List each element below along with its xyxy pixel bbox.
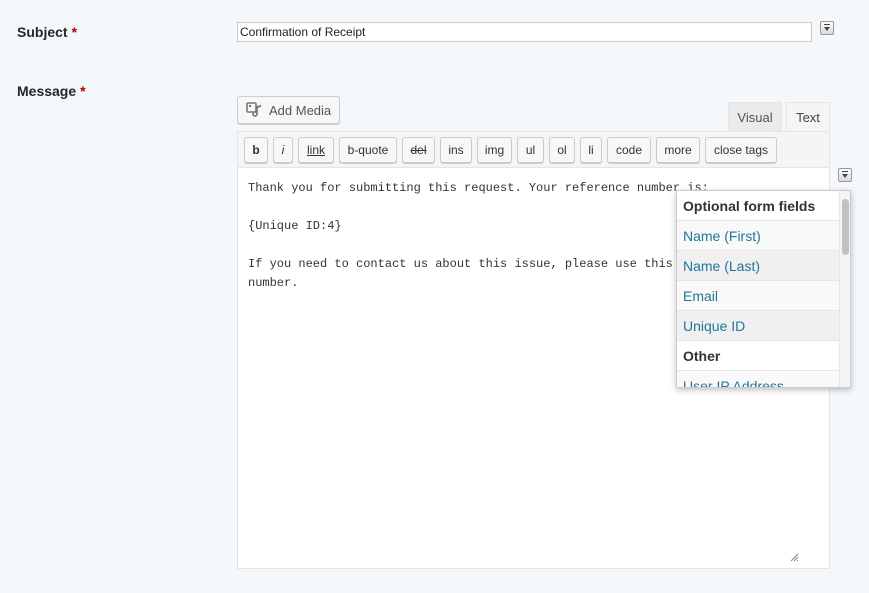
message-line	[248, 198, 668, 217]
quicktag-ol-button[interactable]: ol	[549, 137, 575, 163]
merge-option-name-first[interactable]: Name (First)	[677, 221, 840, 251]
add-media-icon	[246, 101, 263, 120]
dropdown-scrollbar[interactable]	[839, 191, 850, 387]
message-label-text: Message	[17, 83, 77, 99]
quicktag-close-tags-button[interactable]: close tags	[705, 137, 777, 163]
subject-input[interactable]	[237, 22, 812, 42]
quicktag-ins-button[interactable]: ins	[440, 137, 472, 163]
quicktags-toolbar: b i link b-quote del ins img ul ol li co…	[238, 132, 829, 168]
quicktag-italic-button[interactable]: i	[273, 137, 293, 163]
message-line: If you need to contact us about this iss…	[248, 257, 673, 271]
quicktag-ul-button[interactable]: ul	[517, 137, 544, 163]
required-mark: *	[80, 83, 86, 99]
message-line: Thank you for submitting this request. Y…	[248, 181, 709, 195]
message-line	[248, 236, 668, 255]
message-textarea[interactable]: Thank you for submitting this request. Y…	[248, 179, 709, 293]
quicktag-del-button[interactable]: del	[402, 137, 435, 163]
quicktag-blockquote-button[interactable]: b-quote	[339, 137, 397, 163]
subject-label: Subject *	[17, 24, 77, 40]
message-line: {Unique ID:4}	[248, 219, 342, 233]
quicktag-link-button[interactable]: link	[298, 137, 334, 163]
quicktag-code-button[interactable]: code	[607, 137, 651, 163]
add-media-button[interactable]: Add Media	[237, 96, 340, 124]
message-label: Message *	[17, 83, 86, 99]
dropdown-group-header: Other	[677, 341, 840, 371]
required-mark: *	[71, 24, 78, 40]
resize-grip-icon[interactable]	[790, 549, 799, 567]
add-media-label: Add Media	[269, 102, 332, 118]
tab-visual[interactable]: Visual	[728, 102, 782, 131]
quicktag-bold-button[interactable]: b	[244, 137, 268, 163]
subject-label-text: Subject	[17, 24, 68, 40]
quicktag-img-button[interactable]: img	[477, 137, 512, 163]
subject-merge-tag-icon[interactable]	[820, 21, 834, 35]
dropdown-scrollbar-thumb[interactable]	[842, 199, 849, 255]
merge-tag-dropdown: Optional form fields Name (First) Name (…	[676, 190, 851, 388]
quicktag-li-button[interactable]: li	[580, 137, 602, 163]
merge-option-unique-id[interactable]: Unique ID	[677, 311, 840, 341]
merge-option-user-ip-address[interactable]: User IP Address	[677, 371, 840, 387]
message-merge-tag-icon[interactable]	[838, 168, 852, 182]
merge-option-email[interactable]: Email	[677, 281, 840, 311]
tab-text[interactable]: Text	[786, 102, 830, 131]
message-line: number.	[248, 276, 299, 290]
quicktag-more-button[interactable]: more	[656, 137, 700, 163]
merge-option-name-last[interactable]: Name (Last)	[677, 251, 840, 281]
dropdown-group-header: Optional form fields	[677, 191, 840, 221]
